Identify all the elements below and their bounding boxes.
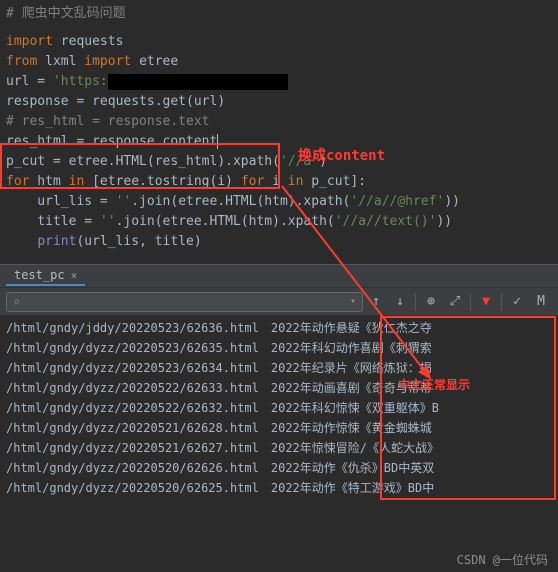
expand-icon[interactable]: ⤢ (444, 291, 466, 313)
output-line-title: 2022年动作《特工游戏》BD中 (271, 478, 552, 498)
tab-test-pc[interactable]: test_pc × (6, 266, 85, 286)
target-icon[interactable]: ⊕ (420, 291, 442, 313)
filter-icon[interactable]: ▼ (475, 291, 497, 313)
commented-line: # res_html = response.text (6, 114, 210, 129)
output-line-path: /html/gndy/dyzz/20220523/62634.html (6, 358, 259, 378)
output-line-path: /html/gndy/dyzz/20220523/62635.html (6, 338, 259, 358)
search-icon: ⌕ (13, 295, 20, 309)
output-line-path: /html/gndy/dyzz/20220522/62632.html (6, 398, 259, 418)
output-line-title: 2022年动作悬疑《狄仁杰之夺 (271, 318, 552, 338)
output-line-title: 2022年科幻惊悚《双重躯体》B (271, 398, 552, 418)
output-line-title: 2022年惊悚冒险/《人蛇大战》 (271, 438, 552, 458)
output-line-title: 2022年动作《仇杀》BD中英双 (271, 458, 552, 478)
output-line-path: /html/gndy/dyzz/20220522/62633.html (6, 378, 259, 398)
output-line-path: /html/gndy/dyzz/20220520/62625.html (6, 478, 259, 498)
annotation-output: 中文正常显示 (398, 376, 470, 393)
output-line-path: /html/gndy/dyzz/20220521/62628.html (6, 418, 259, 438)
prev-icon[interactable]: ↑ (365, 291, 387, 313)
output-line-title: 2022年纪录片《网络炼狱：揭 (271, 358, 552, 378)
annotation-content: 换成content (298, 146, 385, 166)
next-icon[interactable]: ↓ (389, 291, 411, 313)
dropdown-icon[interactable]: ▾ (350, 296, 356, 307)
output-tab-bar: test_pc × (0, 264, 558, 288)
output-line-path: /html/gndy/dyzz/20220521/62627.html (6, 438, 259, 458)
code-editor[interactable]: # 爬虫中文乱码问题 import requests from lxml imp… (0, 0, 558, 256)
check-icon[interactable]: ✓ (506, 291, 528, 313)
tab-label: test_pc (14, 268, 65, 282)
code-text: res_html = response.content (6, 134, 218, 149)
comment-line: # 爬虫中文乱码问题 (6, 6, 126, 21)
search-input[interactable]: ⌕ ▾ (6, 292, 363, 312)
output-right-column: 2022年动作悬疑《狄仁杰之夺2022年科幻动作喜剧《刺猬索2022年纪录片《网… (265, 316, 558, 502)
output-panel[interactable]: /html/gndy/jddy/20220523/62636.html/html… (0, 316, 558, 502)
output-line-title: 2022年科幻动作喜剧《刺猬索 (271, 338, 552, 358)
code-text: response = requests.get(url) (6, 94, 225, 109)
close-icon[interactable]: × (71, 269, 78, 282)
output-left-column: /html/gndy/jddy/20220523/62636.html/html… (0, 316, 265, 502)
output-line-path: /html/gndy/jddy/20220523/62636.html (6, 318, 259, 338)
output-line-title: 2022年动作惊悚《黄金蜘蛛城 (271, 418, 552, 438)
output-toolbar: ⌕ ▾ ↑ ↓ ⊕ ⤢ ▼ ✓ M (0, 288, 558, 316)
m-icon[interactable]: M (530, 291, 552, 313)
output-line-path: /html/gndy/dyzz/20220520/62626.html (6, 458, 259, 478)
watermark-text: CSDN @一位代码 (457, 551, 548, 568)
redacted-url (108, 74, 288, 90)
